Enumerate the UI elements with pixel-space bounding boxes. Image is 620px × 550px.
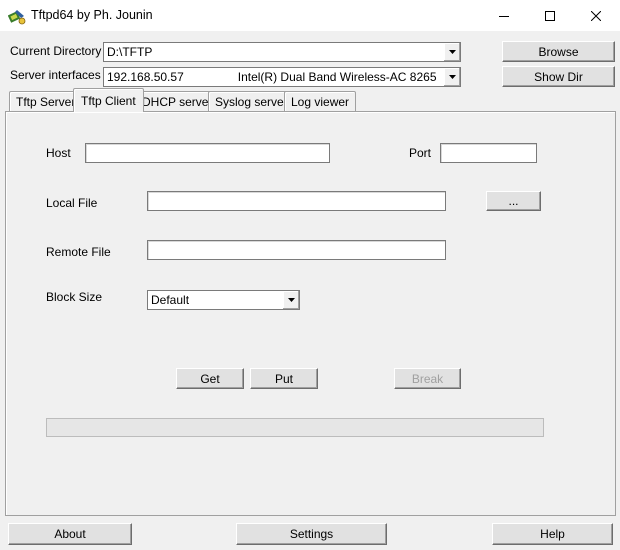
block-size-select[interactable]: Default: [147, 290, 300, 310]
tftp-client-panel: [5, 111, 616, 516]
server-interfaces-value: 192.168.50.57 Intel(R) Dual Band Wireless…: [104, 70, 443, 84]
server-interfaces-combo[interactable]: 192.168.50.57 Intel(R) Dual Band Wireless…: [103, 67, 461, 87]
minimize-icon: [499, 15, 509, 17]
break-button[interactable]: Break: [394, 368, 461, 389]
block-size-label: Block Size: [46, 290, 103, 304]
title-bar[interactable]: Tftpd64 by Ph. Jounin: [0, 0, 620, 31]
server-interfaces-dropdown-button[interactable]: [443, 68, 460, 86]
local-file-input[interactable]: [147, 191, 446, 211]
browse-button[interactable]: Browse: [502, 41, 615, 62]
tftpd-app-icon: [7, 7, 26, 25]
host-input[interactable]: [85, 143, 330, 163]
server-interface-name: Intel(R) Dual Band Wireless-AC 8265: [237, 70, 437, 84]
put-button[interactable]: Put: [250, 368, 318, 389]
close-button[interactable]: [573, 0, 619, 31]
get-button[interactable]: Get: [176, 368, 244, 389]
settings-button[interactable]: Settings: [236, 523, 387, 545]
local-file-label: Local File: [46, 196, 98, 210]
about-button[interactable]: About: [8, 523, 132, 545]
show-dir-button[interactable]: Show Dir: [502, 66, 615, 87]
transfer-progress-bar: [46, 418, 544, 437]
window-title: Tftpd64 by Ph. Jounin: [31, 8, 153, 22]
minimize-button[interactable]: [481, 0, 527, 31]
remote-file-input[interactable]: [147, 240, 446, 260]
block-size-value: Default: [151, 293, 190, 307]
tab-dhcp-server[interactable]: DHCP server: [135, 91, 220, 111]
tab-syslog-server[interactable]: Syslog server: [208, 91, 295, 111]
tab-tftp-client[interactable]: Tftp Client: [73, 88, 144, 112]
chevron-down-icon: [287, 298, 295, 302]
port-label: Port: [409, 146, 432, 160]
port-input[interactable]: [440, 143, 537, 163]
local-file-browse-button[interactable]: ...: [486, 191, 541, 211]
remote-file-label: Remote File: [46, 245, 111, 259]
chevron-down-icon: [448, 50, 456, 54]
host-label: Host: [46, 146, 71, 160]
server-interface-ip: 192.168.50.57: [107, 70, 184, 84]
tab-log-viewer[interactable]: Log viewer: [284, 91, 357, 111]
current-directory-label: Current Directory: [10, 44, 102, 58]
chevron-down-icon: [448, 75, 456, 79]
close-icon: [591, 10, 601, 21]
server-interfaces-label: Server interfaces: [10, 68, 101, 82]
maximize-button[interactable]: [527, 0, 573, 31]
block-size-dropdown-button[interactable]: [282, 291, 299, 309]
help-button[interactable]: Help: [492, 523, 613, 545]
current-directory-dropdown-button[interactable]: [443, 43, 460, 61]
maximize-icon: [545, 10, 555, 21]
tab-tftp-server[interactable]: Tftp Server: [9, 91, 83, 111]
current-directory-combo[interactable]: D:\TFTP: [103, 42, 461, 62]
current-directory-value: D:\TFTP: [107, 45, 153, 59]
